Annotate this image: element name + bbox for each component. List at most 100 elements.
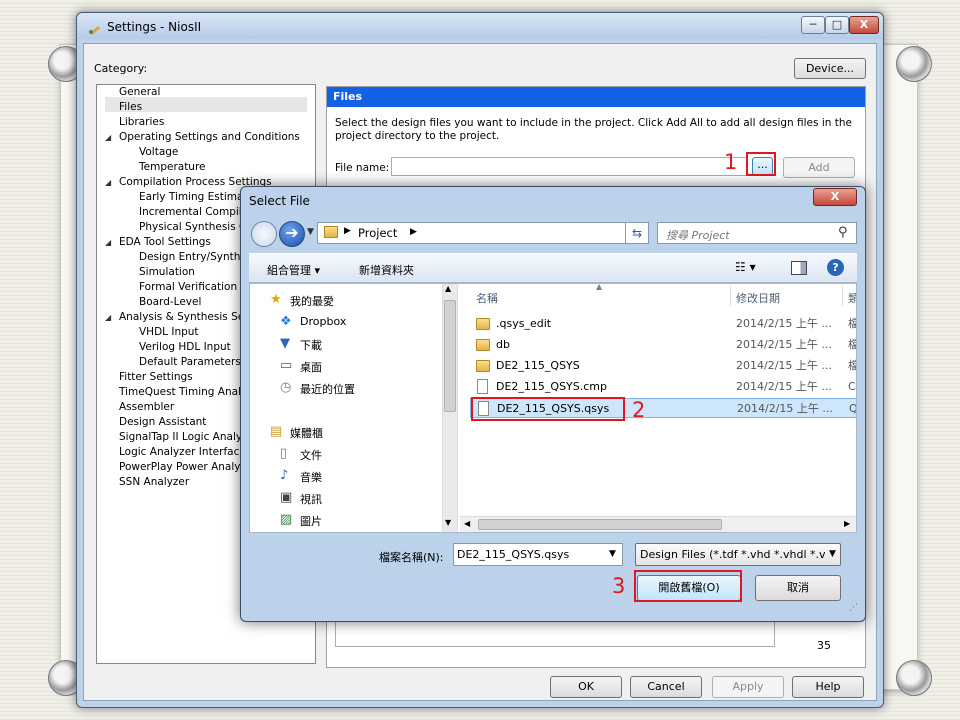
- scroll-up-icon[interactable]: ▲: [445, 284, 451, 293]
- help-button[interactable]: Help: [792, 676, 864, 698]
- annotation-number-2: 2: [632, 398, 646, 422]
- tree-item[interactable]: Physical Synthesis Op: [139, 220, 254, 235]
- tree-item[interactable]: Default Parameters: [139, 355, 241, 370]
- close-button[interactable]: X: [849, 16, 879, 34]
- file-name: DE2_115_QSYS.cmp: [496, 380, 607, 393]
- forward-arrow-icon[interactable]: ➔: [279, 221, 305, 247]
- file-row[interactable]: db 2014/2/15 上午 ... 檔: [470, 335, 856, 355]
- file-row[interactable]: DE2_115_QSYS.cmp 2014/2/15 上午 ... Cl: [470, 377, 856, 397]
- tree-item[interactable]: Analysis & Synthesis Setti: [119, 310, 255, 325]
- tree-item[interactable]: Early Timing Estimate: [139, 190, 254, 205]
- add-button[interactable]: Add: [783, 157, 855, 178]
- file-date: 2014/2/15 上午 ...: [736, 338, 832, 351]
- apply-button[interactable]: Apply: [712, 676, 784, 698]
- settings-titlebar[interactable]: Settings - NiosII ─ □ X: [77, 13, 883, 39]
- tree-item[interactable]: Simulation: [139, 265, 195, 280]
- star-icon: ★: [270, 292, 282, 307]
- file-name-dropdown-icon[interactable]: ▼: [609, 549, 616, 559]
- column-type[interactable]: 類: [848, 290, 856, 306]
- dialog-close-button[interactable]: X: [813, 188, 857, 206]
- nav-item-label[interactable]: 圖片: [300, 513, 322, 529]
- file-type-filter[interactable]: Design Files (*.tdf *.vhd *.vhdl *.v: [635, 543, 841, 566]
- nav-item-label[interactable]: 視訊: [300, 491, 322, 507]
- filter-dropdown-icon[interactable]: ▼: [829, 549, 836, 559]
- file-name-input[interactable]: [391, 157, 747, 176]
- maximize-button[interactable]: □: [825, 16, 849, 34]
- preview-pane-icon[interactable]: [791, 261, 807, 275]
- organize-menu[interactable]: 組合管理 ▾: [267, 262, 320, 278]
- file-horizontal-scrollbar[interactable]: ◀ ▶: [460, 516, 856, 532]
- tree-item[interactable]: Board-Level: [139, 295, 201, 310]
- tree-item[interactable]: Incremental Compilati: [139, 205, 255, 220]
- nav-item-label[interactable]: 最近的位置: [300, 381, 355, 397]
- help-icon[interactable]: ?: [827, 259, 844, 276]
- tree-item[interactable]: PowerPlay Power Analyze: [119, 460, 252, 475]
- tree-expand-arrow-icon[interactable]: ◢: [105, 238, 111, 247]
- nav-item-label[interactable]: 文件: [300, 447, 322, 463]
- minimize-button[interactable]: ─: [801, 16, 825, 34]
- nav-item-label[interactable]: 下載: [300, 337, 322, 353]
- column-date-modified[interactable]: 修改日期: [736, 290, 780, 306]
- tree-item[interactable]: Logic Analyzer Interface: [119, 445, 246, 460]
- scroll-left-icon[interactable]: ◀: [464, 519, 470, 528]
- file-row[interactable]: .qsys_edit 2014/2/15 上午 ... 檔: [470, 314, 856, 334]
- nav-item-label[interactable]: 媒體櫃: [290, 425, 323, 441]
- tree-item[interactable]: Assembler: [119, 400, 174, 415]
- tree-item[interactable]: Temperature: [139, 160, 206, 175]
- column-divider[interactable]: [730, 286, 731, 306]
- folder-icon: [476, 360, 490, 372]
- back-arrow-icon[interactable]: [251, 221, 277, 247]
- refresh-icon[interactable]: ⇆: [625, 222, 649, 244]
- tree-item[interactable]: Voltage: [139, 145, 178, 160]
- nav-item-label[interactable]: 我的最愛: [290, 293, 334, 309]
- address-bar[interactable]: ▶ Project ▶ ▼: [317, 222, 693, 244]
- tree-item[interactable]: Fitter Settings: [119, 370, 193, 385]
- folder-icon: [476, 318, 490, 330]
- category-label: Category:: [94, 62, 148, 75]
- tree-item[interactable]: Verilog HDL Input: [139, 340, 231, 355]
- column-name[interactable]: 名稱: [476, 290, 498, 306]
- tree-item[interactable]: Design Entry/Synthes: [139, 250, 252, 265]
- tree-item[interactable]: Formal Verification: [139, 280, 237, 295]
- file-date: 2014/2/15 上午 ...: [736, 359, 832, 372]
- tree-item[interactable]: SSN Analyzer: [119, 475, 189, 490]
- dialog-cancel-button[interactable]: 取消: [755, 575, 841, 601]
- tree-expand-arrow-icon[interactable]: ◢: [105, 313, 111, 322]
- tree-expand-arrow-icon[interactable]: ◢: [105, 133, 111, 142]
- tree-item[interactable]: Libraries: [119, 115, 164, 130]
- resize-grip-icon[interactable]: ⋰: [849, 603, 858, 613]
- nav-item-label[interactable]: 音樂: [300, 469, 322, 485]
- scroll-right-icon[interactable]: ▶: [844, 519, 850, 528]
- tree-item[interactable]: EDA Tool Settings: [119, 235, 211, 250]
- breadcrumb-project[interactable]: Project: [358, 226, 397, 240]
- nav-item-label[interactable]: Dropbox: [300, 315, 346, 328]
- nav-scroll-thumb[interactable]: [444, 300, 456, 412]
- view-options-icon[interactable]: ☷ ▾: [735, 260, 756, 274]
- tree-item[interactable]: Operating Settings and Conditions: [119, 130, 300, 145]
- nav-item-label[interactable]: 桌面: [300, 359, 322, 375]
- column-divider[interactable]: [842, 286, 843, 306]
- tree-item[interactable]: Design Assistant: [119, 415, 206, 430]
- file-row[interactable]: DE2_115_QSYS 2014/2/15 上午 ... 檔: [470, 356, 856, 376]
- nav-scrollbar[interactable]: ▲ ▼: [442, 284, 457, 532]
- recent-dropdown-icon[interactable]: ▼: [307, 227, 314, 237]
- file-name-input[interactable]: DE2_115_QSYS.qsys: [453, 543, 623, 566]
- file-scroll-thumb[interactable]: [478, 519, 722, 530]
- tree-expand-arrow-icon[interactable]: ◢: [105, 178, 111, 187]
- device-button[interactable]: Device...: [794, 58, 866, 79]
- ok-button[interactable]: OK: [550, 676, 622, 698]
- file-date: 2014/2/15 上午 ...: [736, 380, 832, 393]
- search-box[interactable]: 搜尋 Project ⚲: [657, 222, 857, 244]
- breadcrumb-chevron-icon[interactable]: ▶: [410, 227, 417, 237]
- download-folder-icon: ▼: [280, 336, 290, 351]
- tree-item[interactable]: General: [119, 85, 160, 100]
- tree-item[interactable]: VHDL Input: [139, 325, 199, 340]
- scroll-down-icon[interactable]: ▼: [445, 518, 451, 527]
- tree-item[interactable]: SignalTap II Logic Analyze: [119, 430, 254, 445]
- binder-ring-icon: [896, 46, 932, 82]
- documents-icon: ▯: [280, 446, 288, 461]
- cancel-button[interactable]: Cancel: [630, 676, 702, 698]
- tree-item[interactable]: Files: [119, 100, 142, 115]
- new-folder-button[interactable]: 新增資料夾: [359, 262, 414, 278]
- tree-item[interactable]: TimeQuest Timing Analyze: [119, 385, 259, 400]
